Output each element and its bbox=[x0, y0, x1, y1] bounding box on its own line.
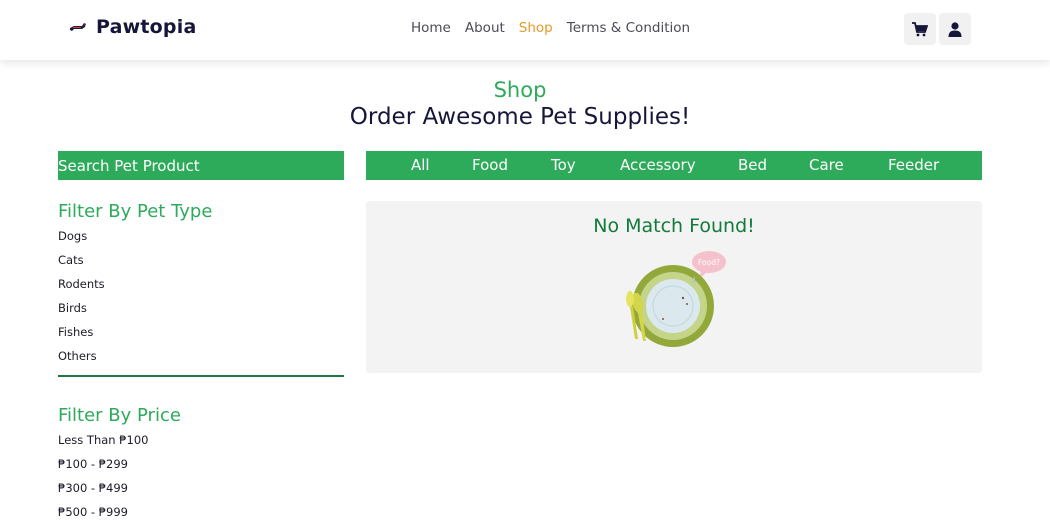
category-accessory[interactable]: Accessory bbox=[620, 156, 696, 174]
category-care[interactable]: Care bbox=[809, 156, 844, 174]
empty-plate-illustration: Food? bbox=[626, 251, 726, 347]
filter-price-under-100[interactable]: Less Than ₱100 bbox=[58, 433, 149, 447]
cart-button[interactable] bbox=[904, 13, 936, 45]
account-button[interactable] bbox=[939, 13, 971, 45]
filter-pet-others[interactable]: Others bbox=[58, 349, 97, 363]
filter-price-title: Filter By Price bbox=[58, 405, 181, 426]
filter-pet-rodents[interactable]: Rodents bbox=[58, 277, 105, 291]
category-toy[interactable]: Toy bbox=[551, 156, 576, 174]
nav-shop[interactable]: Shop bbox=[519, 20, 553, 36]
category-bar: All Food Toy Accessory Bed Care Feeder bbox=[366, 151, 982, 180]
nav-about[interactable]: About bbox=[465, 20, 505, 36]
filter-divider bbox=[58, 375, 344, 377]
filter-pet-birds[interactable]: Birds bbox=[58, 301, 87, 315]
page-subtitle: Shop bbox=[493, 78, 547, 102]
brand-name: Pawtopia bbox=[96, 16, 197, 38]
category-food[interactable]: Food bbox=[472, 156, 508, 174]
no-match-message: No Match Found! bbox=[593, 215, 755, 237]
search-input[interactable] bbox=[58, 151, 344, 180]
filter-pet-fishes[interactable]: Fishes bbox=[58, 325, 93, 339]
filter-pet-type-title: Filter By Pet Type bbox=[58, 201, 213, 222]
category-all[interactable]: All bbox=[411, 156, 430, 174]
site-header: Pawtopia Home About Shop Terms & Conditi… bbox=[0, 0, 1050, 60]
bubble-text: Food? bbox=[698, 258, 720, 267]
category-bed[interactable]: Bed bbox=[738, 156, 767, 174]
filter-price-300-499[interactable]: ₱300 - ₱499 bbox=[58, 481, 128, 495]
filter-price-100-299[interactable]: ₱100 - ₱299 bbox=[58, 457, 128, 471]
results-panel: No Match Found! Food? bbox=[366, 201, 982, 373]
filter-pet-cats[interactable]: Cats bbox=[58, 253, 84, 267]
nav-terms[interactable]: Terms & Condition bbox=[567, 20, 690, 36]
filter-pet-dogs[interactable]: Dogs bbox=[58, 229, 87, 243]
filter-price-500-999[interactable]: ₱500 - ₱999 bbox=[58, 505, 128, 519]
user-icon bbox=[948, 21, 962, 37]
main-nav: Home About Shop Terms & Condition bbox=[411, 20, 690, 36]
cart-icon bbox=[912, 21, 928, 36]
category-feeder[interactable]: Feeder bbox=[888, 156, 939, 174]
brand[interactable]: Pawtopia bbox=[68, 16, 196, 38]
dog-logo-icon bbox=[70, 23, 86, 31]
page-title: Order Awesome Pet Supplies! bbox=[349, 104, 691, 130]
nav-home[interactable]: Home bbox=[411, 20, 451, 36]
